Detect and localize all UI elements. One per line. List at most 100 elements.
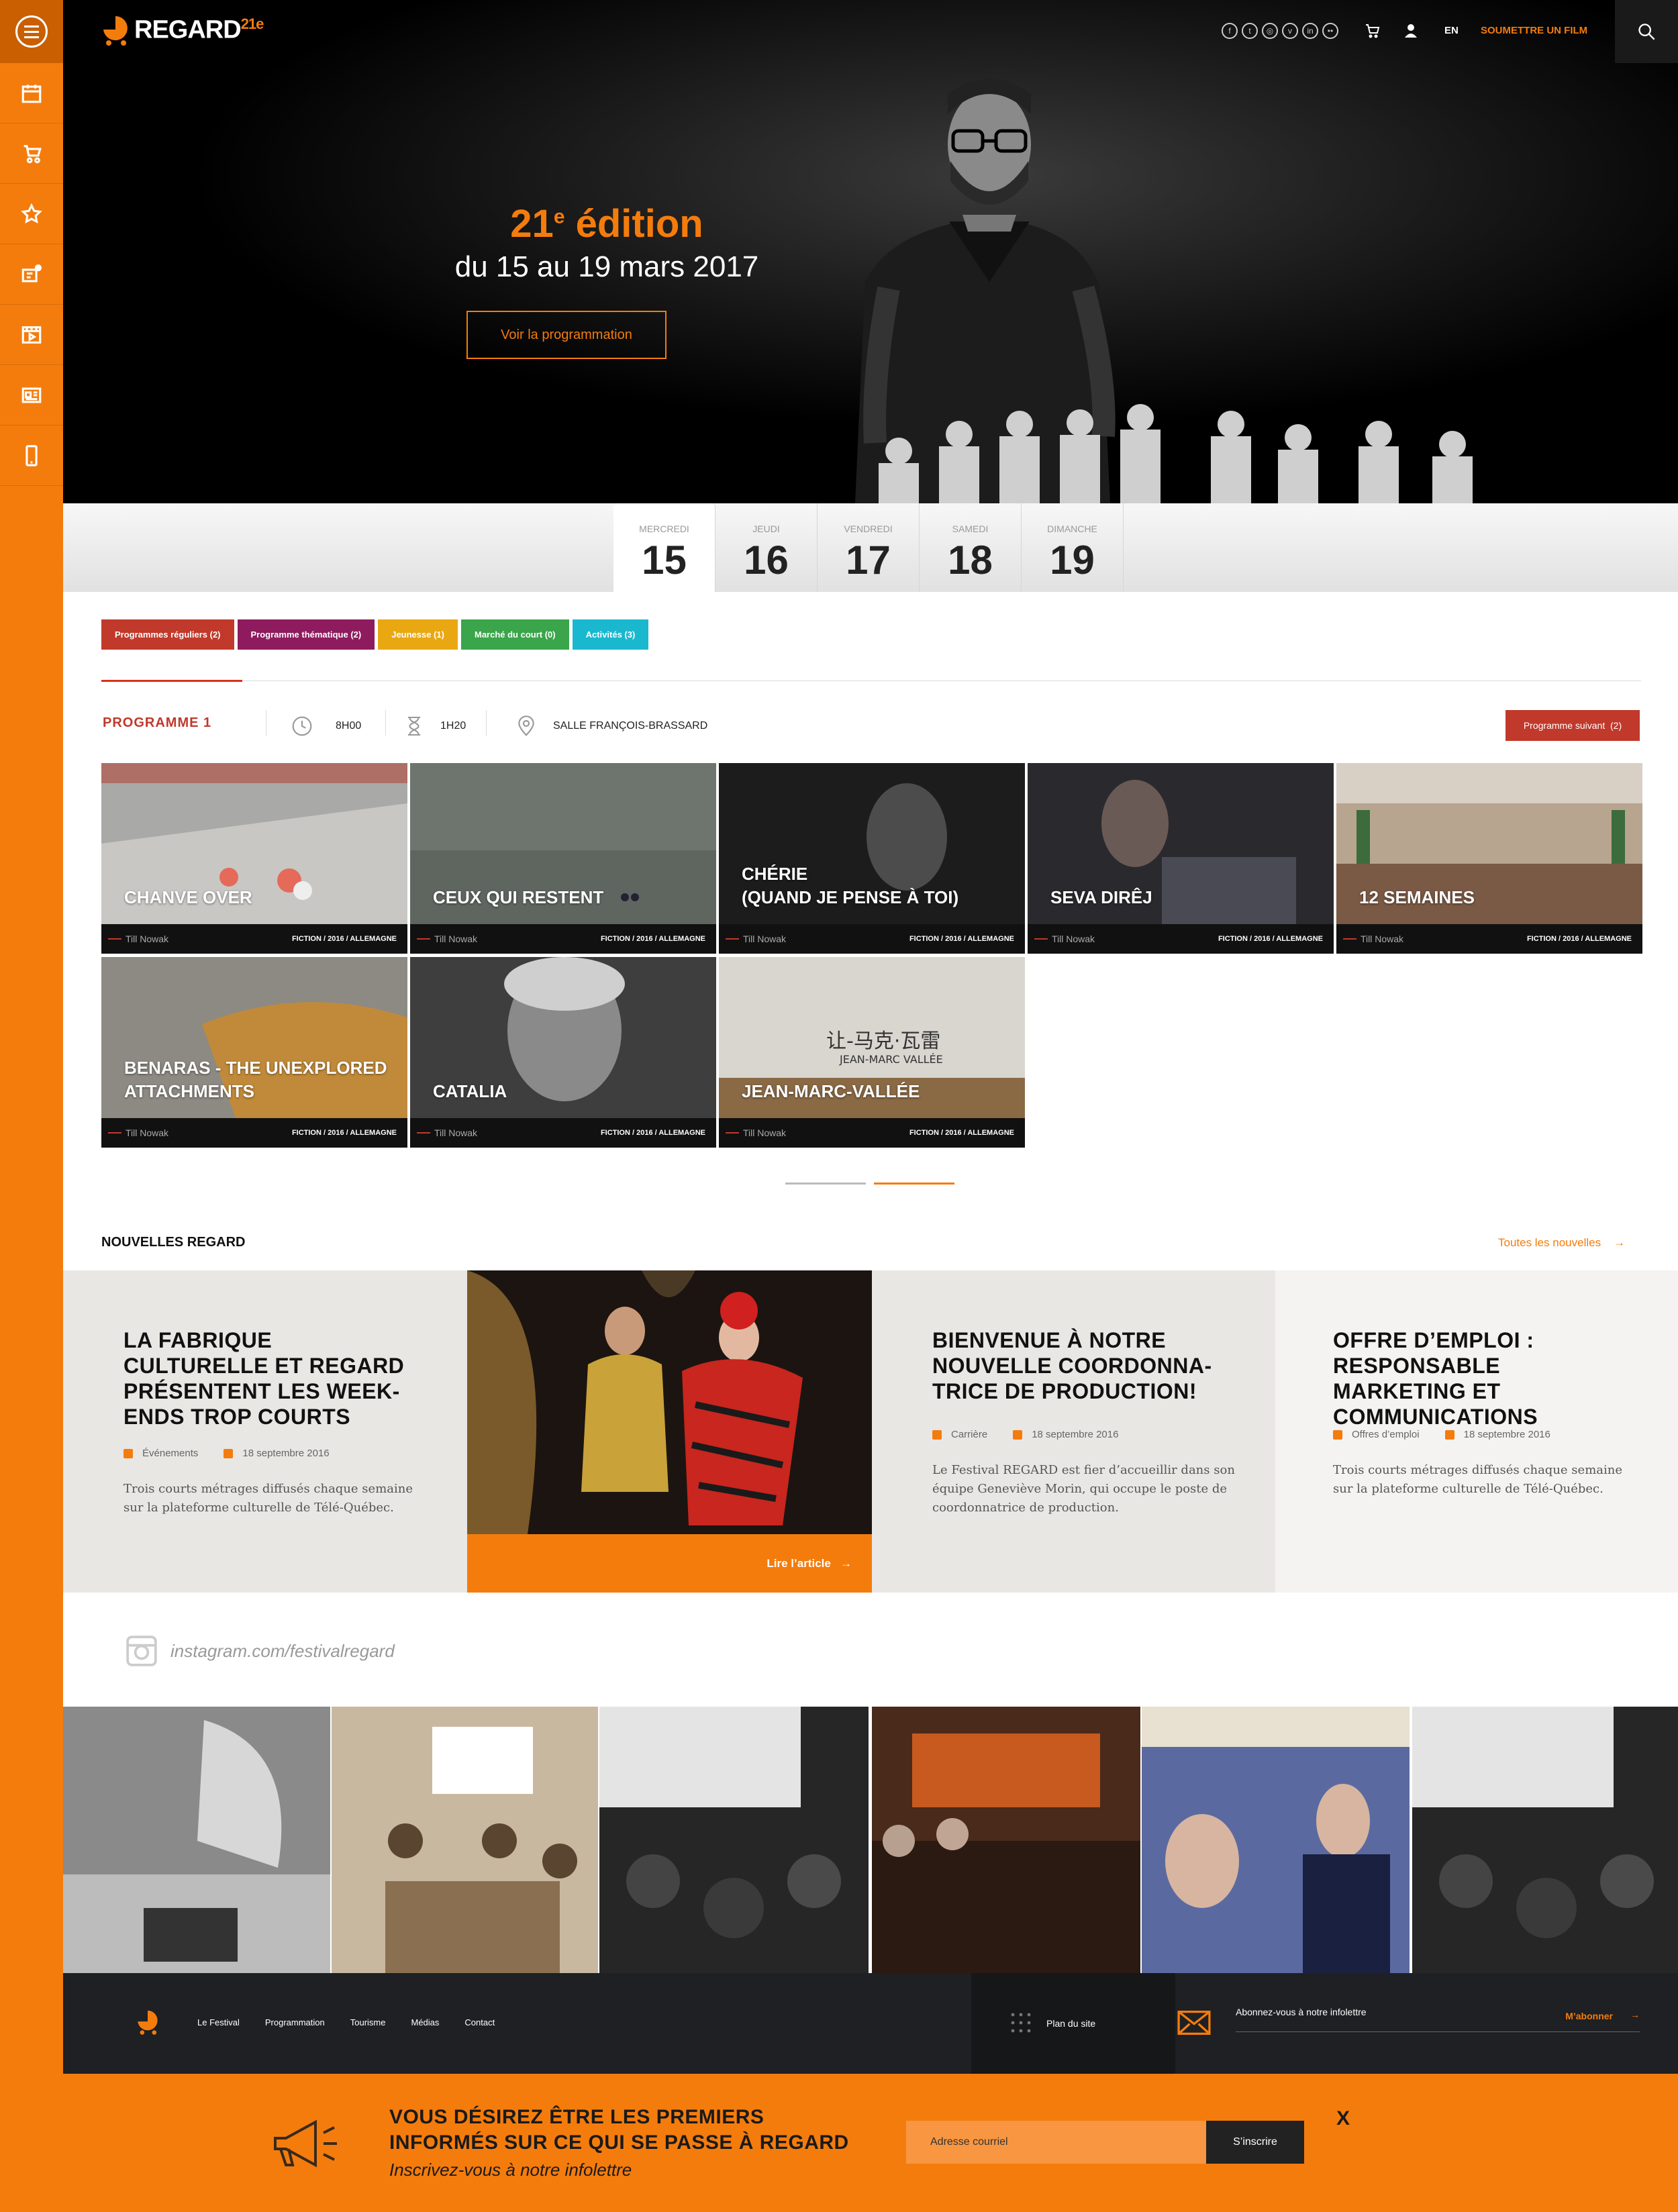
email-field[interactable]: Adresse courriel: [906, 2121, 1208, 2164]
gallery-photo[interactable]: [63, 1707, 330, 1973]
news-category: Carrière: [932, 1429, 987, 1440]
time-value: 8H00: [336, 720, 362, 732]
hamburger-icon: [15, 15, 48, 48]
day-name: Dimanche: [1047, 523, 1097, 534]
sitemap-link[interactable]: Plan du site: [971, 1973, 1175, 2074]
sidebar-item-calendar[interactable]: [0, 63, 63, 123]
filter-youth[interactable]: Jeunesse (1): [378, 619, 458, 650]
day-tab-saturday[interactable]: Samedi 18: [920, 503, 1022, 592]
cart-icon[interactable]: [1364, 23, 1381, 39]
footer-link-medias[interactable]: Médias: [411, 2017, 440, 2027]
search-button[interactable]: [1615, 0, 1678, 63]
gallery-photo[interactable]: [872, 1707, 1140, 1973]
hourglass-icon: [407, 716, 421, 736]
subscribe-button[interactable]: M’abonner: [1565, 2011, 1613, 2021]
day-tab-wednesday[interactable]: Mercredi 15: [613, 503, 715, 592]
close-icon[interactable]: X: [1336, 2107, 1350, 2130]
sidebar-item-stroller[interactable]: [0, 123, 63, 184]
stroller-logo-icon[interactable]: [136, 2008, 160, 2036]
instagram-handle: instagram.com/festivalregard: [170, 1640, 395, 1661]
film-info: FICTION / 2016 / ALLEMAGNE: [909, 935, 1014, 943]
pager-dot-1[interactable]: [785, 1183, 866, 1185]
linkedin-icon[interactable]: in: [1302, 23, 1318, 39]
logo[interactable]: REGARD21e: [101, 13, 264, 47]
news-card[interactable]: LA FABRIQUE CULTURELLE ET REGARD PRÉSENT…: [63, 1270, 467, 1593]
day-tab-sunday[interactable]: Dimanche 19: [1022, 503, 1124, 592]
filter-regular-programs[interactable]: Programmes réguliers (2): [101, 619, 234, 650]
news-tags: Offres d’emploi 18 septembre 2016: [1333, 1429, 1550, 1440]
vimeo-icon[interactable]: v: [1282, 23, 1298, 39]
film-meta: Till Nowak FICTION / 2016 / ALLEMAGNE: [101, 924, 407, 954]
gallery-photo[interactable]: [332, 1707, 598, 1973]
pager-dot-2[interactable]: [874, 1183, 954, 1185]
film-title: CHANVE OVER: [124, 887, 252, 907]
megaphone-icon: [274, 2119, 337, 2168]
news-date: 18 septembre 2016: [224, 1448, 329, 1459]
news-excerpt: Trois courts métrages diffusés chaque se…: [1333, 1463, 1622, 1496]
newsletter-field[interactable]: Abonnez-vous à notre infolettre M’abonner…: [1236, 2007, 1640, 2032]
sidebar-item-mobile[interactable]: [0, 425, 63, 486]
day-tab-thursday[interactable]: Jeudi 16: [715, 503, 818, 592]
film-card[interactable]: BENARAS - THE UNEXPLORED ATTACHMENTS Til…: [101, 957, 407, 1148]
sidebar-item-news[interactable]: [0, 365, 63, 425]
gallery-photo[interactable]: [1412, 1707, 1678, 1973]
gallery-photo[interactable]: [599, 1707, 869, 1973]
filter-thematic-program[interactable]: Programme thématique (2): [237, 619, 375, 650]
day-tab-friday[interactable]: Vendredi 17: [818, 503, 920, 592]
film-card[interactable]: CHANVE OVER Till Nowak FICTION / 2016 / A…: [101, 763, 407, 954]
subscribe-label: M’abonner: [1565, 2011, 1613, 2021]
news-date: 18 septembre 2016: [1445, 1429, 1550, 1440]
film-director: Till Nowak: [1034, 934, 1095, 944]
filter-short-market[interactable]: Marché du court (0): [460, 619, 569, 650]
banner-headline: VOUS DÉSIREZ ÊTRE LES PREMIERS INFORMÉS S…: [389, 2105, 849, 2156]
footer-link-tourisme[interactable]: Tourisme: [350, 2017, 386, 2027]
news-featured-card[interactable]: Lire l’article →: [467, 1270, 872, 1593]
user-icon[interactable]: [1403, 23, 1419, 39]
gallery-photo[interactable]: [1142, 1707, 1410, 1973]
program-duration: 1H20: [405, 715, 466, 737]
film-meta: Till Nowak FICTION / 2016 / ALLEMAGNE: [719, 1118, 1025, 1148]
language-switch[interactable]: EN: [1444, 25, 1459, 36]
clock-icon: [292, 716, 312, 736]
signup-button[interactable]: S’inscrire: [1206, 2121, 1304, 2164]
news-featured-image: [467, 1270, 872, 1534]
film-card[interactable]: CATALIA Till Nowak FICTION / 2016 / ALLEM…: [410, 957, 716, 1148]
next-program-button[interactable]: Programme suivant (2): [1506, 710, 1640, 741]
footer-link-festival[interactable]: Le Festival: [197, 2017, 240, 2027]
film-card[interactable]: 让-马克·瓦雷 JEAN-MARC VALLÉE JEAN-MARC-VALLÉE…: [719, 957, 1025, 1148]
sidebar-item-my-program[interactable]: [0, 244, 63, 305]
search-icon: [1638, 23, 1655, 40]
day-number: 15: [642, 538, 687, 583]
program-time: 8H00: [291, 715, 361, 737]
sidebar-item-films[interactable]: [0, 305, 63, 365]
menu-button[interactable]: [0, 0, 63, 63]
sidebar-item-favorites[interactable]: [0, 184, 63, 244]
twitter-icon[interactable]: t: [1242, 23, 1258, 39]
news-title: OFFRE D’EMPLOI : RESPONSABLE MARKETING E…: [1333, 1328, 1538, 1429]
submit-film-link[interactable]: SOUMETTRE UN FILM: [1481, 25, 1587, 36]
film-title: SEVA DIRÊJ: [1050, 887, 1152, 907]
filter-activities[interactable]: Activités (3): [572, 619, 649, 650]
instagram-icon[interactable]: ◎: [1262, 23, 1278, 39]
film-director: Till Nowak: [725, 1127, 787, 1138]
footer-nav: Le Festival Programmation Tourisme Média…: [197, 2017, 495, 2027]
news-card[interactable]: OFFRE D’EMPLOI : RESPONSABLE MARKETING E…: [1275, 1270, 1678, 1593]
news-tags: Carrière 18 septembre 2016: [932, 1429, 1118, 1440]
film-card[interactable]: SEVA DIRÊJ Till Nowak FICTION / 2016 / AL…: [1028, 763, 1334, 954]
film-meta: Till Nowak FICTION / 2016 / ALLEMAGNE: [1028, 924, 1334, 954]
all-news-link[interactable]: Toutes les nouvelles →: [1498, 1236, 1625, 1250]
film-title: CHÉRIE (QUAND JE PENSE À TOI): [742, 863, 959, 907]
grid-dots-icon: [1011, 2013, 1031, 2033]
banner-subtitle: Inscrivez-vous à notre infolettre: [389, 2160, 632, 2180]
flickr-icon[interactable]: ••: [1322, 23, 1338, 39]
film-card[interactable]: CEUX QUI RESTENT Till Nowak FICTION / 201…: [410, 763, 716, 954]
see-program-button[interactable]: Voir la programmation: [466, 311, 667, 359]
news-card[interactable]: BIENVENUE À NOTRE NOUVELLE COORDONNA-TRI…: [872, 1270, 1275, 1593]
film-card[interactable]: 12 SEMAINES Till Nowak FICTION / 2016 / A…: [1336, 763, 1642, 954]
footer-link-programmation[interactable]: Programmation: [265, 2017, 325, 2027]
instagram-link[interactable]: instagram.com/festivalregard: [125, 1634, 395, 1668]
film-card[interactable]: CHÉRIE (QUAND JE PENSE À TOI) Till Nowak…: [719, 763, 1025, 954]
footer-link-contact[interactable]: Contact: [464, 2017, 495, 2027]
facebook-icon[interactable]: f: [1222, 23, 1238, 39]
read-article-button[interactable]: Lire l’article →: [467, 1534, 872, 1593]
